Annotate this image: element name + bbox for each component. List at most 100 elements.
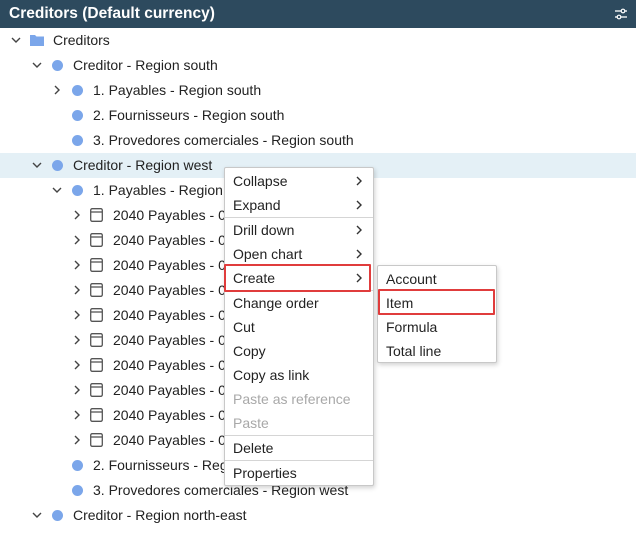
document-icon bbox=[90, 433, 103, 447]
chevron-right-icon[interactable] bbox=[52, 85, 62, 95]
tree-label: 2040 Payables - 0 bbox=[113, 382, 226, 398]
chevron-right-icon[interactable] bbox=[72, 360, 82, 370]
folder-icon bbox=[30, 35, 44, 46]
menu-item-open-chart[interactable]: Open chart bbox=[225, 242, 373, 266]
menu-item-delete[interactable]: Delete bbox=[225, 436, 373, 460]
chevron-right-icon[interactable] bbox=[72, 410, 82, 420]
document-icon bbox=[90, 408, 103, 422]
node-dot-icon bbox=[72, 460, 83, 471]
tree-row-root[interactable]: Creditors bbox=[0, 28, 636, 53]
menu-item-properties[interactable]: Properties bbox=[225, 461, 373, 485]
tree-row-south-provedores[interactable]: 3. Provedores comerciales - Region south bbox=[0, 128, 636, 153]
tree-label: 2040 Payables - 0 bbox=[113, 282, 226, 298]
tree-label: 2040 Payables - 0 bbox=[113, 207, 226, 223]
chevron-right-icon[interactable] bbox=[72, 235, 82, 245]
menu-item-label: Copy as link bbox=[233, 367, 310, 383]
chevron-down-icon[interactable] bbox=[52, 185, 62, 195]
tree-label: 2040 Payables - 0 bbox=[113, 332, 226, 348]
chevron-right-icon bbox=[356, 200, 362, 210]
chevron-right-icon bbox=[356, 176, 362, 186]
submenu-item-label: Total line bbox=[386, 343, 442, 359]
menu-item-label: Cut bbox=[233, 319, 255, 335]
tree-label: 1. Payables - Region w bbox=[93, 182, 237, 198]
chevron-right-icon bbox=[356, 249, 362, 259]
context-menu: Collapse Expand Drill down Open chart Cr… bbox=[224, 167, 374, 486]
menu-item-label: Collapse bbox=[233, 173, 288, 189]
tree-label: 2040 Payables - 0 bbox=[113, 357, 226, 373]
menu-item-label: Paste bbox=[233, 415, 269, 431]
tree-label: 2. Fournisseurs - Region south bbox=[93, 107, 285, 123]
submenu-item-label: Formula bbox=[386, 319, 438, 335]
menu-item-paste-as-reference: Paste as reference bbox=[225, 387, 373, 411]
node-dot-icon bbox=[52, 60, 63, 71]
menu-item-drill-down[interactable]: Drill down bbox=[225, 218, 373, 242]
menu-item-expand[interactable]: Expand bbox=[225, 193, 373, 217]
chevron-right-icon[interactable] bbox=[72, 310, 82, 320]
tree-label-root: Creditors bbox=[53, 32, 110, 48]
menu-item-label: Open chart bbox=[233, 246, 303, 262]
tree-label: 2. Fournisseurs - Reg bbox=[93, 457, 228, 473]
sliders-icon[interactable] bbox=[614, 7, 628, 21]
tree-label: 2040 Payables - 0 bbox=[113, 432, 226, 448]
chevron-right-icon[interactable] bbox=[72, 260, 82, 270]
menu-item-label: Paste as reference bbox=[233, 391, 351, 407]
chevron-right-icon[interactable] bbox=[72, 335, 82, 345]
submenu-item-formula[interactable]: Formula bbox=[378, 315, 496, 339]
tree-label: 2040 Payables - 0 bbox=[113, 257, 226, 273]
tree-row-region-south[interactable]: Creditor - Region south bbox=[0, 53, 636, 78]
menu-item-label: Delete bbox=[233, 440, 274, 456]
tree-label: 2040 Payables - 0 bbox=[113, 232, 226, 248]
document-icon bbox=[90, 258, 103, 272]
chevron-right-icon[interactable] bbox=[72, 435, 82, 445]
tree-label: 3. Provedores comerciales - Region south bbox=[93, 132, 354, 148]
menu-item-copy[interactable]: Copy bbox=[225, 339, 373, 363]
tree-label: 2040 Payables - 0 bbox=[113, 407, 226, 423]
menu-item-cut[interactable]: Cut bbox=[225, 315, 373, 339]
menu-item-collapse[interactable]: Collapse bbox=[225, 169, 373, 193]
chevron-right-icon[interactable] bbox=[72, 385, 82, 395]
menu-item-label: Expand bbox=[233, 197, 281, 213]
node-dot-icon bbox=[72, 135, 83, 146]
node-dot-icon bbox=[72, 185, 83, 196]
menu-item-change-order[interactable]: Change order bbox=[225, 291, 373, 315]
submenu-item-total-line[interactable]: Total line bbox=[378, 339, 496, 363]
panel-header: Creditors (Default currency) bbox=[0, 0, 636, 28]
document-icon bbox=[90, 383, 103, 397]
tree-row-south-payables[interactable]: 1. Payables - Region south bbox=[0, 78, 636, 103]
tree-label-region-south: Creditor - Region south bbox=[73, 57, 218, 73]
document-icon bbox=[90, 233, 103, 247]
chevron-right-icon bbox=[356, 225, 362, 235]
node-dot-icon bbox=[52, 510, 63, 521]
tree-row-south-fournisseurs[interactable]: 2. Fournisseurs - Region south bbox=[0, 103, 636, 128]
item-highlight bbox=[378, 289, 495, 315]
tree-label-region-west: Creditor - Region west bbox=[73, 157, 213, 173]
menu-item-label: Drill down bbox=[233, 222, 295, 238]
panel-title: Creditors (Default currency) bbox=[9, 5, 215, 22]
node-dot-icon bbox=[52, 160, 63, 171]
tree-label-region-north-east: Creditor - Region north-east bbox=[73, 507, 247, 523]
chevron-down-icon[interactable] bbox=[32, 160, 42, 170]
chevron-down-icon[interactable] bbox=[32, 60, 42, 70]
menu-item-label: Copy bbox=[233, 343, 266, 359]
menu-item-copy-as-link[interactable]: Copy as link bbox=[225, 363, 373, 387]
node-dot-icon bbox=[72, 485, 83, 496]
node-dot-icon bbox=[72, 110, 83, 121]
node-dot-icon bbox=[72, 85, 83, 96]
tree-row-region-north-east[interactable]: Creditor - Region north-east bbox=[0, 503, 636, 528]
menu-item-label: Properties bbox=[233, 465, 297, 481]
document-icon bbox=[90, 208, 103, 222]
chevron-right-icon[interactable] bbox=[72, 285, 82, 295]
document-icon bbox=[90, 308, 103, 322]
chevron-down-icon[interactable] bbox=[11, 35, 21, 45]
document-icon bbox=[90, 358, 103, 372]
chevron-right-icon[interactable] bbox=[72, 210, 82, 220]
submenu-item-label: Account bbox=[386, 271, 437, 287]
document-icon bbox=[90, 333, 103, 347]
submenu-item-account[interactable]: Account bbox=[378, 267, 496, 291]
menu-item-paste: Paste bbox=[225, 411, 373, 435]
tree-label: 1. Payables - Region south bbox=[93, 82, 262, 98]
chevron-down-icon[interactable] bbox=[32, 510, 42, 520]
create-highlight bbox=[224, 264, 371, 292]
document-icon bbox=[90, 283, 103, 297]
tree-label: 2040 Payables - 0 bbox=[113, 307, 226, 323]
